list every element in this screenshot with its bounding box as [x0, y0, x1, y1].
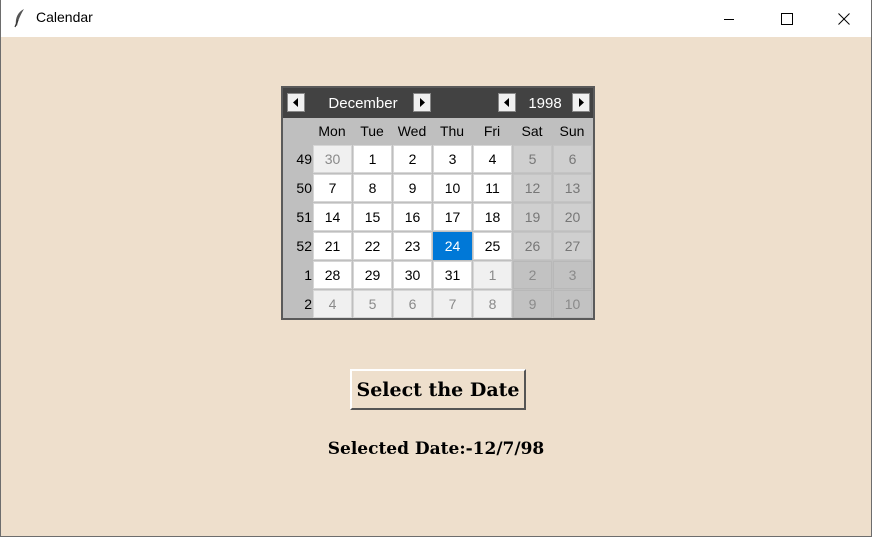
- day-cell[interactable]: 26: [513, 232, 552, 260]
- day-cell[interactable]: 19: [513, 203, 552, 231]
- minimize-button[interactable]: [700, 0, 758, 37]
- day-of-week-label: Fri: [483, 123, 501, 139]
- day-cell[interactable]: 8: [473, 290, 512, 318]
- close-button[interactable]: [815, 0, 872, 37]
- triangle-right-icon: [420, 98, 425, 107]
- day-cell[interactable]: 9: [393, 174, 432, 202]
- year-label: 1998: [528, 95, 562, 112]
- window-title: Calendar: [36, 9, 93, 25]
- day-of-week-label: Thu: [439, 123, 465, 139]
- day-cell[interactable]: 2: [513, 261, 552, 289]
- calendar-widget: December 1998 Mon Tue Wed Thu Fri Sat Su…: [281, 86, 595, 320]
- day-cell[interactable]: 30: [393, 261, 432, 289]
- day-cell[interactable]: 31: [433, 261, 472, 289]
- day-of-week-label: Wed: [397, 123, 427, 139]
- day-cell[interactable]: 3: [433, 145, 472, 173]
- close-icon: [838, 12, 850, 25]
- triangle-left-icon: [504, 98, 509, 107]
- day-of-week-label: Tue: [360, 123, 384, 139]
- day-cell[interactable]: 29: [353, 261, 392, 289]
- day-cell[interactable]: 5: [353, 290, 392, 318]
- day-of-week-label: Sat: [521, 123, 543, 139]
- minimize-icon: [724, 18, 734, 20]
- week-number: 2: [304, 296, 312, 312]
- week-number: 52: [296, 238, 312, 254]
- prev-month-button[interactable]: [287, 93, 305, 112]
- day-of-week-row: Mon Tue Wed Thu Fri Sat Sun: [283, 118, 593, 144]
- day-cell[interactable]: 15: [353, 203, 392, 231]
- maximize-icon: [781, 12, 793, 25]
- day-cell[interactable]: 13: [553, 174, 592, 202]
- next-year-button[interactable]: [572, 93, 590, 112]
- day-cell[interactable]: 30: [313, 145, 352, 173]
- week-number: 51: [296, 209, 312, 225]
- day-cell[interactable]: 25: [473, 232, 512, 260]
- day-cell[interactable]: 27: [553, 232, 592, 260]
- day-cell[interactable]: 2: [393, 145, 432, 173]
- calendar-header: December 1998: [283, 88, 593, 118]
- maximize-button[interactable]: [758, 0, 816, 37]
- day-cell[interactable]: 4: [313, 290, 352, 318]
- day-cell[interactable]: 7: [313, 174, 352, 202]
- feather-icon: [12, 8, 28, 28]
- day-cell[interactable]: 4: [473, 145, 512, 173]
- day-cell[interactable]: 28: [313, 261, 352, 289]
- day-cell[interactable]: 5: [513, 145, 552, 173]
- day-cell[interactable]: 6: [553, 145, 592, 173]
- day-cell[interactable]: 23: [393, 232, 432, 260]
- month-label: December: [328, 95, 398, 112]
- day-cell[interactable]: 3: [553, 261, 592, 289]
- day-cell[interactable]: 16: [393, 203, 432, 231]
- triangle-right-icon: [579, 98, 584, 107]
- calendar-grid: Mon Tue Wed Thu Fri Sat Sun 49 30 1 2 3 4 5 6 50…: [283, 118, 593, 318]
- day-cell[interactable]: 21: [313, 232, 352, 260]
- day-cell[interactable]: 11: [473, 174, 512, 202]
- day-cell[interactable]: 14: [313, 203, 352, 231]
- day-cell[interactable]: 17: [433, 203, 472, 231]
- day-cell[interactable]: 1: [473, 261, 512, 289]
- day-cell[interactable]: 22: [353, 232, 392, 260]
- day-cell[interactable]: 9: [513, 290, 552, 318]
- day-cell[interactable]: 6: [393, 290, 432, 318]
- day-of-week-label: Sun: [559, 123, 585, 139]
- prev-year-button[interactable]: [498, 93, 516, 112]
- selected-date-label: Selected Date:-12/7/98: [327, 439, 545, 459]
- day-cell[interactable]: 18: [473, 203, 512, 231]
- day-of-week-label: Mon: [318, 123, 346, 139]
- day-cell[interactable]: 24: [433, 232, 472, 260]
- day-cell[interactable]: 10: [553, 290, 592, 318]
- select-date-button[interactable]: Select the Date: [350, 369, 526, 410]
- day-cell[interactable]: 20: [553, 203, 592, 231]
- week-number: 49: [296, 151, 312, 167]
- day-cell[interactable]: 7: [433, 290, 472, 318]
- week-number: 1: [304, 267, 312, 283]
- next-month-button[interactable]: [413, 93, 431, 112]
- day-cell[interactable]: 10: [433, 174, 472, 202]
- day-cell[interactable]: 12: [513, 174, 552, 202]
- day-cell[interactable]: 1: [353, 145, 392, 173]
- day-cell[interactable]: 8: [353, 174, 392, 202]
- week-number: 50: [296, 180, 312, 196]
- triangle-left-icon: [293, 98, 298, 107]
- title-bar: Calendar: [0, 0, 872, 37]
